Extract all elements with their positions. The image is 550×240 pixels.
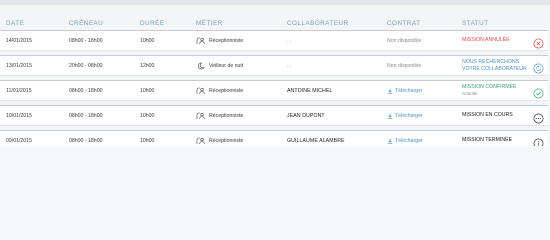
receptionist-icon xyxy=(196,137,205,145)
column-header-statut[interactable]: STATUT xyxy=(462,20,489,27)
download-icon xyxy=(387,113,393,119)
row-metier-label: Réceptionniste xyxy=(209,137,244,144)
row-metier: Réceptionniste xyxy=(196,31,243,50)
receptionist-icon xyxy=(196,87,205,95)
table-row[interactable]: 13/01/2015 20h00 - 08h00 12h00 Veilleur … xyxy=(0,55,548,76)
row-contrat: Non disponible xyxy=(387,62,422,69)
row-collaborateur: ... xyxy=(287,37,292,44)
download-label: Télécharger xyxy=(395,87,423,94)
row-metier: Réceptionniste xyxy=(196,81,243,100)
row-statut: MISSION ANNULÉE xyxy=(462,31,510,50)
row-statut: MISSION EN COURS xyxy=(462,106,513,125)
check-circle-icon[interactable] xyxy=(533,86,544,99)
row-duree: 10h00 xyxy=(140,37,155,44)
row-creneau: 08h00 - 18h00 xyxy=(69,112,103,119)
row-contrat: Non disponible xyxy=(387,37,422,44)
row-metier: Veilleur de nuit xyxy=(196,56,243,75)
row-statut: MISSION CONFIRMÉE Annuler xyxy=(462,81,516,100)
table-row[interactable]: 11/01/2015 08h00 - 18h00 10h00 Réception… xyxy=(0,80,548,101)
row-date: 14/01/2015 xyxy=(6,37,32,44)
download-icon xyxy=(387,88,393,94)
row-creneau: 20h00 - 08h00 xyxy=(69,62,103,69)
row-metier-label: Veilleur de nuit xyxy=(209,62,244,69)
receptionist-icon xyxy=(196,37,205,45)
column-header-date[interactable]: DATE xyxy=(6,20,24,27)
column-header-creneau[interactable]: CRÉNEAU xyxy=(69,20,103,27)
row-date: 11/01/2015 xyxy=(6,87,32,94)
row-duree: 10h00 xyxy=(140,112,155,119)
status-sublabel: VOTRE COLLABORATEUR xyxy=(462,65,527,72)
row-date: 13/01/2015 xyxy=(6,62,32,69)
download-label: Télécharger xyxy=(395,137,423,144)
download-label: Télécharger xyxy=(395,112,423,119)
row-creneau: 08h00 - 18h00 xyxy=(69,37,103,44)
refresh-circle-icon[interactable] xyxy=(533,61,544,74)
row-collaborateur: ... xyxy=(287,62,292,69)
receptionist-icon xyxy=(196,112,205,120)
moon-icon xyxy=(196,62,205,70)
more-circle-icon[interactable] xyxy=(533,111,544,124)
row-date: 10/01/2015 xyxy=(6,112,32,119)
row-metier-label: Réceptionniste xyxy=(209,112,244,119)
column-header-duree[interactable]: DURÉE xyxy=(140,20,165,27)
download-contract-link[interactable]: Télécharger xyxy=(387,106,423,125)
row-creneau: 08h00 - 18h00 xyxy=(69,87,103,94)
status-label: MISSION EN COURS xyxy=(462,112,513,119)
row-metier-label: Réceptionniste xyxy=(209,87,244,94)
row-collaborateur: JEAN DUPONT xyxy=(287,112,325,119)
column-header-collaborateur[interactable]: COLLABORATEUR xyxy=(287,20,349,27)
download-icon xyxy=(387,138,393,144)
table-row[interactable]: 10/01/2015 08h00 - 18h00 10h00 Réception… xyxy=(0,105,548,126)
empty-area xyxy=(0,146,550,240)
row-duree: 10h00 xyxy=(140,87,155,94)
row-metier-label: Réceptionniste xyxy=(209,37,244,44)
download-contract-link[interactable]: Télécharger xyxy=(387,81,423,100)
row-metier: Réceptionniste xyxy=(196,106,243,125)
status-label: MISSION TERMINÉE xyxy=(462,137,513,144)
table-header: DATE CRÉNEAU DURÉE MÉTIER COLLABORATEUR … xyxy=(0,5,550,31)
status-label: MISSION ANNULÉE xyxy=(462,37,510,44)
table-row[interactable]: 14/01/2015 08h00 - 18h00 10h00 Réception… xyxy=(0,30,548,51)
row-duree: 12h00 xyxy=(140,62,155,69)
row-statut: NOUS RECHERCHONS VOTRE COLLABORATEUR xyxy=(462,56,527,75)
column-header-metier[interactable]: MÉTIER xyxy=(196,20,223,27)
cancel-circle-icon[interactable] xyxy=(533,36,544,49)
column-header-contrat[interactable]: CONTRAT xyxy=(387,20,420,27)
row-collaborateur: ANTOINE MICHEL xyxy=(287,87,333,94)
cancel-mission-link[interactable]: Annuler xyxy=(462,91,478,97)
